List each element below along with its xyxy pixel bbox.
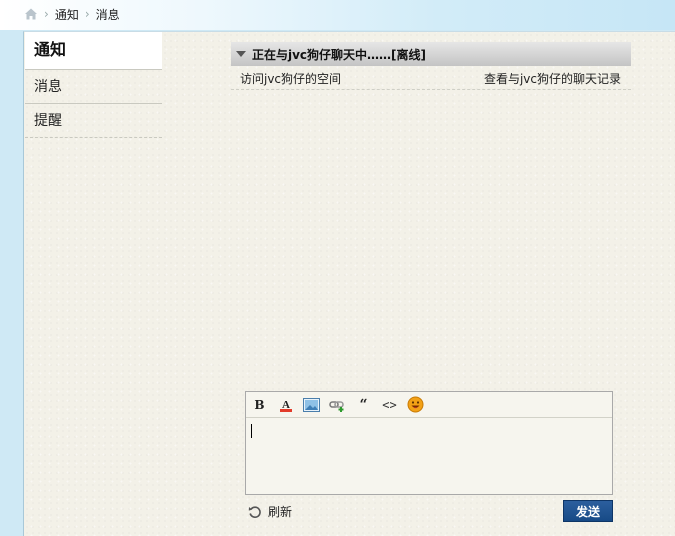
breadcrumb-separator-icon: › [84,7,90,21]
main-panel: 通知 消息 提醒 正在与jvc狗仔聊天中……[离线] 访问jvc狗仔的空间 查看… [23,31,675,536]
sidebar-title[interactable]: 通知 [25,32,162,70]
home-icon[interactable] [24,7,38,21]
send-button[interactable]: 发送 [563,500,613,522]
message-textarea[interactable] [246,418,612,494]
font-color-icon: A [279,399,292,412]
quote-button[interactable]: “ [355,396,372,413]
refresh-label: 刷新 [268,505,293,519]
breadcrumb-notifications[interactable]: 通知 [55,6,79,23]
top-bar: › 通知 › 消息 [0,0,675,30]
smiley-icon [407,396,424,413]
breadcrumb: › 通知 › 消息 [24,5,120,23]
chat-links-row: 访问jvc狗仔的空间 查看与jvc狗仔的聊天记录 [231,68,631,90]
quote-icon: “ [359,396,368,413]
text-caret [251,424,252,438]
refresh-button[interactable]: 刷新 [248,503,292,520]
font-color-button[interactable]: A [277,396,294,413]
refresh-icon [248,505,261,518]
image-icon [303,397,320,412]
code-icon: <> [382,397,397,412]
sidebar-item-messages[interactable]: 消息 [25,70,162,104]
editor-toolbar: B A “ <> [246,392,612,418]
chat-history-link[interactable]: 查看与jvc狗仔的聊天记录 [484,70,621,87]
chat-header: 正在与jvc狗仔聊天中……[离线] [231,42,631,66]
sidebar-item-reminders[interactable]: 提醒 [25,104,162,138]
breadcrumb-separator-icon: › [44,7,49,21]
link-button[interactable] [329,396,346,413]
bold-button[interactable]: B [251,396,268,413]
collapse-triangle-icon[interactable] [236,51,246,57]
bold-icon: B [254,397,265,412]
message-editor: B A “ <> [245,391,613,495]
visit-space-link[interactable]: 访问jvc狗仔的空间 [240,70,341,87]
image-button[interactable] [303,396,320,413]
emoji-button[interactable] [407,396,424,413]
link-icon [329,400,344,412]
code-button[interactable]: <> [381,396,398,413]
sidebar: 通知 消息 提醒 [25,32,162,138]
breadcrumb-messages[interactable]: 消息 [96,6,120,23]
chat-title: 正在与jvc狗仔聊天中……[离线] [252,47,427,62]
